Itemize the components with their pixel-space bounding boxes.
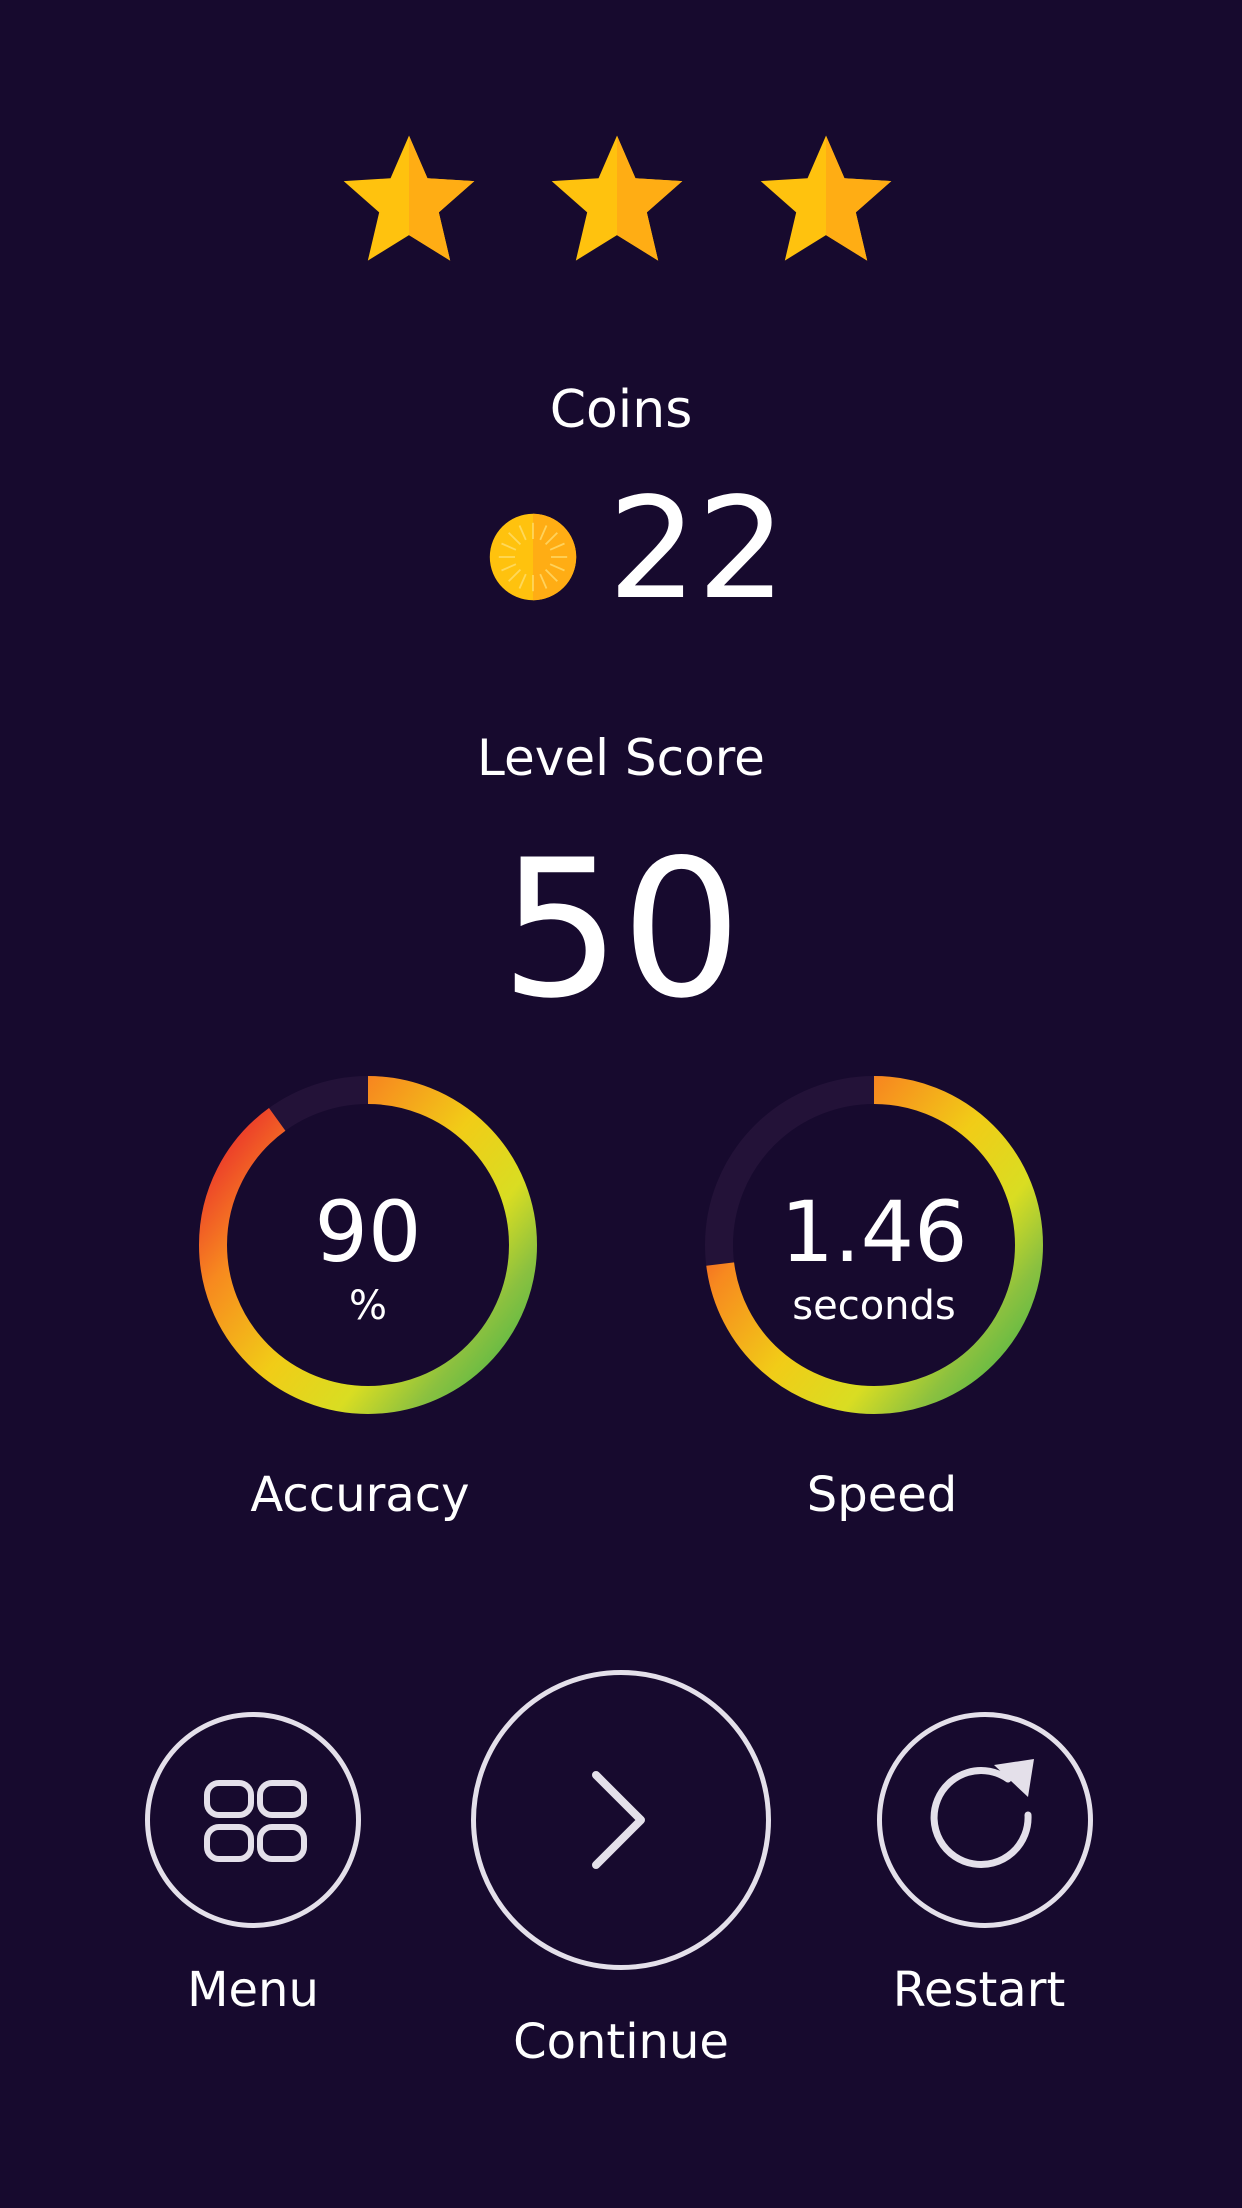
restart-button[interactable]: [877, 1712, 1093, 1928]
star-icon: [551, 135, 683, 261]
grid-icon: [204, 1780, 307, 1862]
star-icon: [760, 135, 892, 261]
coin-icon: [489, 513, 577, 601]
accuracy-value: 90: [314, 1183, 422, 1281]
speed-value: 1.46: [780, 1183, 968, 1281]
accuracy-gauge: 90 %: [198, 1075, 538, 1415]
restart-label: Restart: [892, 1962, 1066, 2018]
continue-label: Continue: [513, 2014, 729, 2070]
star-icon: [343, 135, 475, 261]
chevron-right-icon: [592, 1771, 645, 1869]
menu-label: Menu: [187, 1962, 319, 2018]
speed-unit: seconds: [792, 1283, 956, 1329]
coins-label: Coins: [549, 380, 693, 440]
restart-icon: [930, 1759, 1034, 1868]
accuracy-unit: %: [348, 1283, 387, 1329]
coin-count: 22: [608, 468, 787, 631]
level-score-value: 50: [500, 819, 742, 1040]
accuracy-label: Accuracy: [250, 1467, 470, 1523]
menu-button[interactable]: [145, 1712, 361, 1928]
level-score-label: Level Score: [477, 729, 765, 787]
speed-label: Speed: [806, 1467, 958, 1523]
continue-button[interactable]: [471, 1670, 771, 1970]
speed-gauge: 1.46 seconds: [704, 1075, 1044, 1415]
